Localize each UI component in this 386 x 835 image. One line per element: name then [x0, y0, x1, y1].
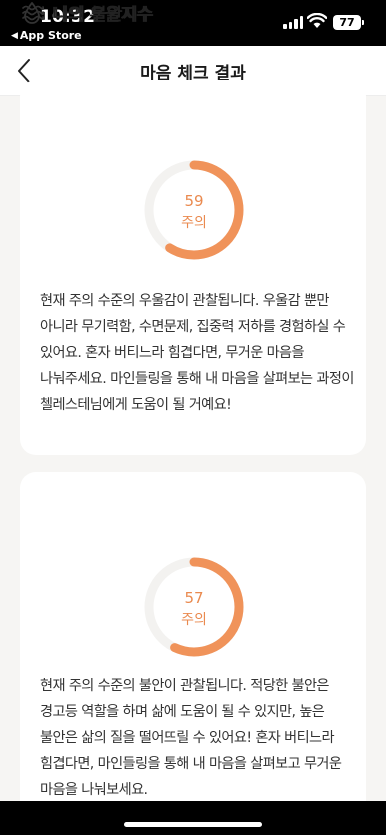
waves-icon	[22, 5, 44, 20]
battery-tip	[362, 20, 364, 25]
depression-score-value: 59	[184, 192, 204, 210]
battery-level: 77	[333, 15, 361, 30]
anxiety-description: 현재 주의 수준의 불안이 관찰됩니다. 적당한 불안은 경고등 역할을 하며 …	[40, 678, 342, 798]
anxiety-score-level: 주의	[181, 612, 207, 628]
back-app-label: App Store	[19, 29, 82, 42]
wifi-icon	[307, 13, 327, 28]
anxiety-card-title: 나의 불안지수	[54, 5, 154, 25]
bottom-safe-area	[0, 801, 386, 835]
depression-score-level: 주의	[181, 215, 207, 231]
screen: 10:32 ◀ App Store 77 마음 체크 결과 나의 우울지수 59…	[0, 0, 386, 835]
cellular-signal-icon	[283, 16, 303, 29]
home-indicator[interactable]	[124, 822, 262, 827]
back-to-app-store-link[interactable]: ◀ App Store	[11, 29, 82, 42]
back-triangle-icon: ◀	[11, 30, 18, 41]
depression-description: 현재 주의 수준의 우울감이 관찰됩니다. 우울감 뿐만 아니라 무기력함, 수…	[40, 293, 354, 413]
anxiety-score-value: 57	[184, 589, 204, 607]
depression-score-gauge: 59 주의	[144, 160, 244, 260]
anxiety-score-gauge: 57 주의	[144, 557, 244, 657]
anxiety-card-header: 나의 불안지수	[22, 0, 154, 25]
